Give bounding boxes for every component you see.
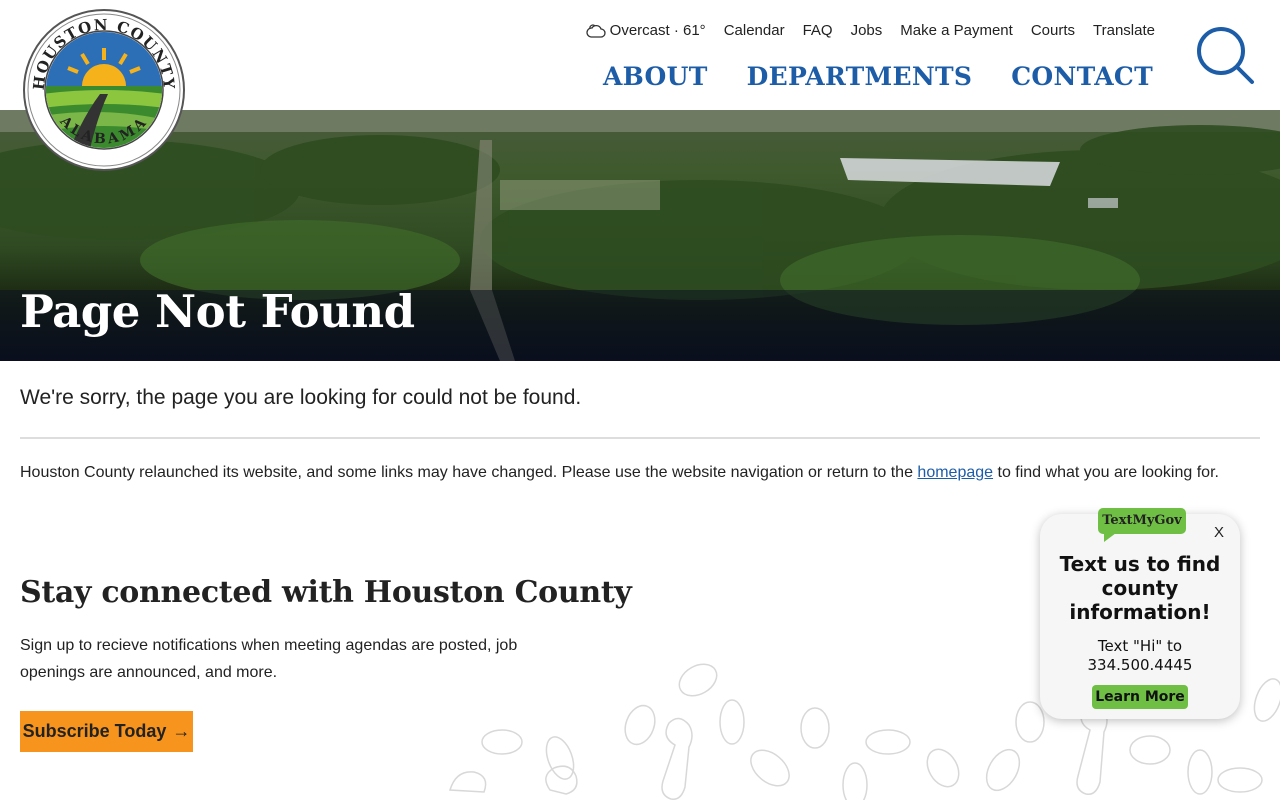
main-nav-departments[interactable]: DEPARTMENTS	[747, 62, 973, 91]
textmygov-phone: 334.500.4445	[1087, 656, 1193, 674]
weather-widget[interactable]: Overcast · 61°	[585, 22, 706, 39]
divider	[20, 437, 1260, 439]
close-icon[interactable]: X	[1214, 524, 1224, 541]
textmygov-instructions: Text "Hi" to 334.500.4445	[1048, 637, 1232, 675]
search-icon[interactable]	[1195, 25, 1257, 87]
textmygov-widget: TextMyGov X Text us to find county infor…	[1040, 508, 1240, 719]
nav-link-faq[interactable]: FAQ	[803, 22, 833, 39]
newsletter-description: Sign up to recieve notifications when me…	[20, 637, 518, 681]
nav-link-jobs[interactable]: Jobs	[851, 22, 883, 39]
nav-link-translate[interactable]: Translate	[1093, 22, 1155, 39]
nav-link-courts[interactable]: Courts	[1031, 22, 1075, 39]
nav-link-make-a-payment[interactable]: Make a Payment	[900, 22, 1013, 39]
relaunch-notice: Houston County relaunched its website, a…	[20, 464, 1219, 482]
utility-nav: Overcast · 61° Calendar FAQ Jobs Make a …	[585, 22, 1155, 39]
page-title: Page Not Found	[20, 285, 415, 338]
not-found-message: We're sorry, the page you are looking fo…	[20, 386, 582, 409]
cloud-icon	[585, 24, 606, 38]
main-nav-about[interactable]: ABOUT	[603, 62, 708, 91]
textmygov-line1: Text "Hi" to	[1097, 637, 1183, 655]
county-seal-logo[interactable]: HOUSTON COUNTY ALABAMA	[22, 8, 186, 172]
weather-text: Overcast · 61°	[609, 22, 706, 39]
homepage-link[interactable]: homepage	[917, 464, 993, 481]
hero-banner: Page Not Found	[0, 110, 1280, 361]
newsletter-title: Stay connected with Houston County	[20, 575, 632, 610]
main-nav: ABOUT DEPARTMENTS CONTACT	[603, 62, 1153, 91]
nav-link-calendar[interactable]: Calendar	[724, 22, 785, 39]
subscribe-label: Subscribe Today	[22, 721, 167, 741]
main-nav-contact[interactable]: CONTACT	[1011, 62, 1153, 91]
learn-more-button[interactable]: Learn More	[1092, 685, 1188, 709]
relaunch-text-before: Houston County relaunched its website, a…	[20, 464, 918, 481]
textmygov-heading: Text us to find county information!	[1059, 552, 1221, 624]
site-header: Overcast · 61° Calendar FAQ Jobs Make a …	[0, 0, 1280, 110]
arrow-right-icon: →	[172, 721, 191, 741]
relaunch-text-after: to find what you are looking for.	[993, 464, 1219, 481]
textmygov-badge: TextMyGov	[1098, 508, 1186, 542]
subscribe-button[interactable]: Subscribe Today →	[20, 711, 193, 752]
